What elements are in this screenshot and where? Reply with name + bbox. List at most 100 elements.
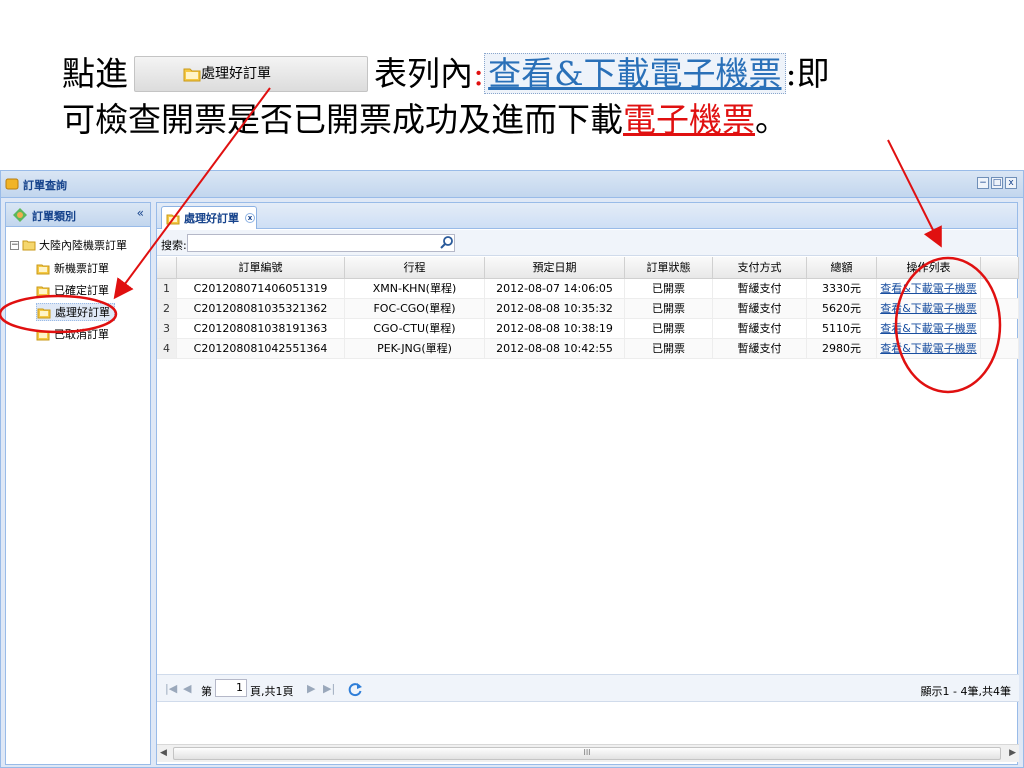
scroll-left-icon[interactable]: ◀	[160, 748, 167, 758]
instruction-line-1: 點進 處理好訂單 表列內: 查看&下載電子機票:即	[62, 53, 830, 96]
order-category-panel: 訂單類別 « − 大陸內陸機票訂單 新機票訂單 已確定訂單 處理好訂單 已取消訂…	[5, 202, 151, 765]
next-page-icon[interactable]: ▶	[307, 682, 315, 695]
page-suffix: 頁,共1頁	[250, 685, 294, 698]
tree-root-domestic-flights[interactable]: − 大陸內陸機票訂單	[10, 237, 127, 253]
view-download-eticket-link[interactable]: 查看&下載電子機票	[880, 282, 977, 295]
window-folder-icon	[5, 178, 19, 190]
route: CGO-CTU(單程)	[345, 319, 485, 338]
order-folder-icon	[36, 330, 50, 340]
maximize-button[interactable]: □	[991, 177, 1003, 189]
table-row[interactable]: 1 C201208071406051319 XMN-KHN(單程) 2012-0…	[157, 279, 1019, 299]
booking-date: 2012-08-08 10:42:55	[485, 339, 625, 358]
horizontal-scrollbar[interactable]: ◀ III ▶	[157, 744, 1019, 762]
col-actions[interactable]: 操作列表	[877, 257, 981, 278]
col-booking-date[interactable]: 預定日期	[485, 257, 625, 278]
processed-orders-button-label: 處理好訂單	[201, 66, 271, 82]
category-icon	[13, 208, 27, 222]
tree-item-confirmed-orders[interactable]: 已確定訂單	[36, 281, 109, 299]
category-panel-title: 訂單類別	[32, 210, 76, 223]
row-number: 1	[157, 279, 177, 298]
prev-page-icon[interactable]: ◀	[183, 682, 191, 695]
order-total: 2980元	[807, 339, 877, 358]
view-download-eticket-link[interactable]: 查看&下載電子機票	[880, 342, 977, 355]
booking-date: 2012-08-07 14:06:05	[485, 279, 625, 298]
scroll-right-icon[interactable]: ▶	[1009, 748, 1016, 758]
view-download-eticket-link[interactable]: 查看&下載電子機票	[880, 322, 977, 335]
order-status: 已開票	[625, 339, 713, 358]
page-number-input[interactable]: 1	[215, 679, 247, 697]
table-row[interactable]: 2 C201208081035321362 FOC-CGO(單程) 2012-0…	[157, 299, 1019, 319]
route: PEK-JNG(單程)	[345, 339, 485, 358]
col-total[interactable]: 總額	[807, 257, 877, 278]
col-route[interactable]: 行程	[345, 257, 485, 278]
col-rownum	[157, 257, 177, 278]
instruction-line2-text: 可檢查開票是否已開票成功及進而下載	[62, 100, 623, 139]
tree-item-new-orders[interactable]: 新機票訂單	[36, 259, 109, 277]
page-prefix: 第	[201, 685, 212, 698]
tree-item-label: 已取消訂單	[54, 328, 109, 341]
paging-toolbar: |◀ ◀ 第 1 頁,共1頁 ▶ ▶| 顯示1 - 4筆,共4筆	[157, 674, 1019, 702]
collapse-panel-icon[interactable]: «	[137, 206, 144, 220]
order-status: 已開票	[625, 279, 713, 298]
payment-method: 暫緩支付	[713, 299, 807, 318]
route: FOC-CGO(單程)	[345, 299, 485, 318]
last-page-icon[interactable]: ▶|	[323, 682, 335, 695]
booking-date: 2012-08-08 10:35:32	[485, 299, 625, 318]
table-row[interactable]: 4 C201208081042551364 PEK-JNG(單程) 2012-0…	[157, 339, 1019, 359]
processed-orders-button-illustration: 處理好訂單	[134, 56, 368, 92]
row-number: 2	[157, 299, 177, 318]
orders-grid: 訂單編號 行程 預定日期 訂單狀態 支付方式 總額 操作列表 1 C201208…	[157, 257, 1019, 359]
view-download-eticket-link[interactable]: 查看&下載電子機票	[880, 302, 977, 315]
instruction-mid: 表列內	[374, 54, 473, 93]
table-row[interactable]: 3 C201208081038191363 CGO-CTU(單程) 2012-0…	[157, 319, 1019, 339]
window-titlebar: 訂單查詢 − □ x	[1, 171, 1023, 198]
filler-cell	[981, 339, 1019, 358]
tree-expand-icon[interactable]: −	[10, 240, 19, 250]
refresh-icon[interactable]	[347, 681, 363, 697]
route: XMN-KHN(單程)	[345, 279, 485, 298]
folder-icon	[183, 68, 201, 82]
minimize-button[interactable]: −	[977, 177, 989, 189]
col-order-status[interactable]: 訂單狀態	[625, 257, 713, 278]
row-number: 3	[157, 319, 177, 338]
view-download-eticket-cell: 查看&下載電子機票	[877, 319, 981, 338]
order-total: 3330元	[807, 279, 877, 298]
order-number: C201208081042551364	[177, 339, 345, 358]
search-input[interactable]	[187, 234, 455, 252]
col-order-no[interactable]: 訂單編號	[177, 257, 345, 278]
search-icon[interactable]	[440, 235, 454, 249]
order-status: 已開票	[625, 299, 713, 318]
tree-folder-icon	[22, 240, 36, 251]
tree-item-processed-orders[interactable]: 處理好訂單	[36, 303, 115, 321]
order-folder-icon	[36, 264, 50, 274]
order-total: 5620元	[807, 299, 877, 318]
tree-item-label: 新機票訂單	[54, 262, 109, 275]
payment-method: 暫緩支付	[713, 319, 807, 338]
order-number: C201208081035321362	[177, 299, 345, 318]
search-toolbar: 搜索:	[157, 230, 1017, 256]
col-payment[interactable]: 支付方式	[713, 257, 807, 278]
window-title: 訂單查詢	[23, 179, 67, 192]
search-label: 搜索:	[161, 239, 187, 252]
row-number: 4	[157, 339, 177, 358]
filler-cell	[981, 299, 1019, 318]
order-status: 已開票	[625, 319, 713, 338]
tab-close-icon[interactable]: x	[245, 213, 255, 223]
payment-method: 暫緩支付	[713, 279, 807, 298]
booking-date: 2012-08-08 10:38:19	[485, 319, 625, 338]
filler-cell	[981, 279, 1019, 298]
view-download-eticket-cell: 查看&下載電子機票	[877, 279, 981, 298]
close-button[interactable]: x	[1005, 177, 1017, 189]
grid-header-row: 訂單編號 行程 預定日期 訂單狀態 支付方式 總額 操作列表	[157, 257, 1019, 279]
order-folder-icon	[37, 308, 51, 318]
tab-processed-orders[interactable]: 處理好訂單 x	[161, 206, 257, 229]
instruction-line-2: 可檢查開票是否已開票成功及進而下載電子機票。	[62, 100, 788, 140]
order-number: C201208071406051319	[177, 279, 345, 298]
scroll-thumb[interactable]: III	[173, 747, 1001, 760]
paging-info: 顯示1 - 4筆,共4筆	[920, 685, 1011, 698]
instruction-colon: :	[473, 54, 485, 93]
tree-item-cancelled-orders[interactable]: 已取消訂單	[36, 325, 109, 343]
window-controls: − □ x	[977, 177, 1017, 189]
first-page-icon[interactable]: |◀	[165, 682, 177, 695]
tab-label: 處理好訂單	[184, 212, 239, 225]
